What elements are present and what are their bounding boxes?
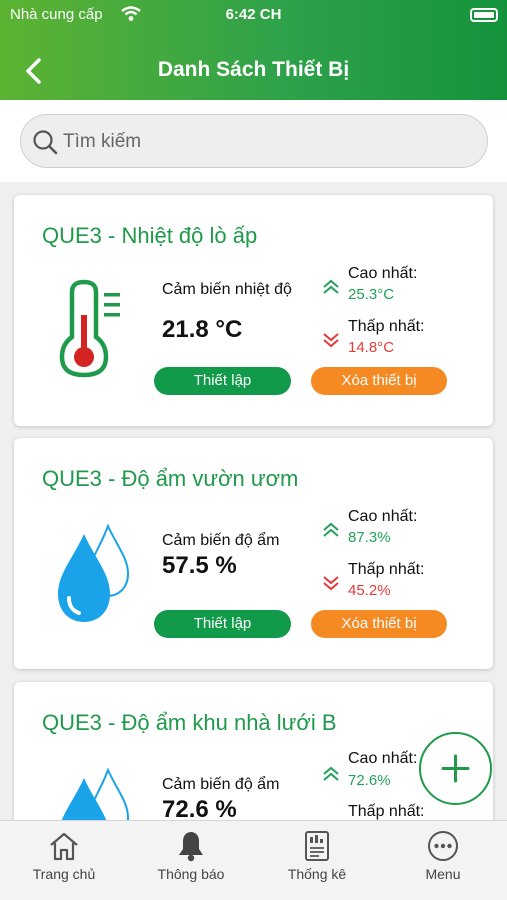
high-value: 25.3°C xyxy=(348,286,395,303)
search-icon xyxy=(33,130,58,155)
clock: 6:42 CH xyxy=(225,6,282,23)
chevron-double-down-icon xyxy=(323,333,339,348)
delete-device-button[interactable]: Xóa thiết bị xyxy=(311,610,447,638)
tab-label: Thông báo xyxy=(157,866,225,882)
low-label: Thấp nhất: xyxy=(348,318,425,335)
tab-label: Menu xyxy=(425,866,461,882)
device-name: QUE3 - Độ ẩm vườn ươm xyxy=(42,466,299,491)
page-title: Danh Sách Thiết Bị xyxy=(157,58,350,81)
bell-icon xyxy=(179,832,203,862)
more-icon xyxy=(428,831,458,861)
tab-notifications[interactable]: Thông báo xyxy=(128,821,254,900)
low-value: 45.2% xyxy=(348,582,391,599)
thermometer-icon xyxy=(59,279,120,378)
sensor-type: Cảm biến độ ẩm xyxy=(162,776,280,793)
status-bar: Nhà cung cấp 6:42 CH xyxy=(0,4,507,26)
tab-label: Trang chủ xyxy=(32,866,96,882)
chevron-double-up-icon xyxy=(323,522,339,537)
tab-statistics[interactable]: Thống kê xyxy=(254,821,380,900)
delete-device-button[interactable]: Xóa thiết bị xyxy=(311,367,447,395)
device-card[interactable]: QUE3 - Độ ẩm vườn ươm Cảm biến độ ẩm 57.… xyxy=(14,438,493,669)
high-value: 87.3% xyxy=(348,529,391,546)
add-device-button[interactable] xyxy=(419,732,492,805)
search-input[interactable]: Tìm kiếm xyxy=(20,114,488,168)
low-label: Thấp nhất: xyxy=(348,803,425,820)
tab-home[interactable]: Trang chủ xyxy=(1,821,127,900)
app-header: Nhà cung cấp 6:42 CH Danh Sách Thiết Bị xyxy=(0,0,507,100)
tab-label: Thống kê xyxy=(287,866,347,882)
battery-icon xyxy=(470,8,498,22)
sensor-type: Cảm biến độ ẩm xyxy=(162,532,280,549)
tab-menu[interactable]: Menu xyxy=(380,821,506,900)
high-label: Cao nhất: xyxy=(348,750,418,767)
report-icon xyxy=(305,831,329,861)
high-label: Cao nhất: xyxy=(348,508,418,525)
high-value: 72.6% xyxy=(348,772,391,789)
home-icon xyxy=(50,832,78,861)
device-card[interactable]: QUE3 - Nhiệt độ lò ấp Cảm biến nhiệt độ … xyxy=(14,195,493,426)
setup-button[interactable]: Thiết lập xyxy=(154,367,291,395)
chevron-double-down-icon xyxy=(323,576,339,591)
chevron-double-up-icon xyxy=(323,279,339,294)
setup-button[interactable]: Thiết lập xyxy=(154,610,291,638)
search-placeholder: Tìm kiếm xyxy=(63,131,142,152)
search-area: Tìm kiếm xyxy=(0,100,507,182)
bottom-tab-bar: Trang chủ Thông báo Thống kê Menu xyxy=(0,820,507,900)
plus-icon xyxy=(441,754,470,783)
low-value: 14.8°C xyxy=(348,339,395,356)
sensor-value: 21.8 °C xyxy=(162,316,243,343)
sensor-type: Cảm biến nhiệt độ xyxy=(162,281,292,298)
chevron-double-up-icon xyxy=(323,766,339,781)
water-drop-icon xyxy=(58,523,130,622)
device-name: QUE3 - Độ ẩm khu nhà lưới B xyxy=(42,710,337,735)
low-label: Thấp nhất: xyxy=(348,561,425,578)
device-name: QUE3 - Nhiệt độ lò ấp xyxy=(42,223,258,248)
sensor-value: 57.5 % xyxy=(162,552,237,579)
high-label: Cao nhất: xyxy=(348,265,418,282)
